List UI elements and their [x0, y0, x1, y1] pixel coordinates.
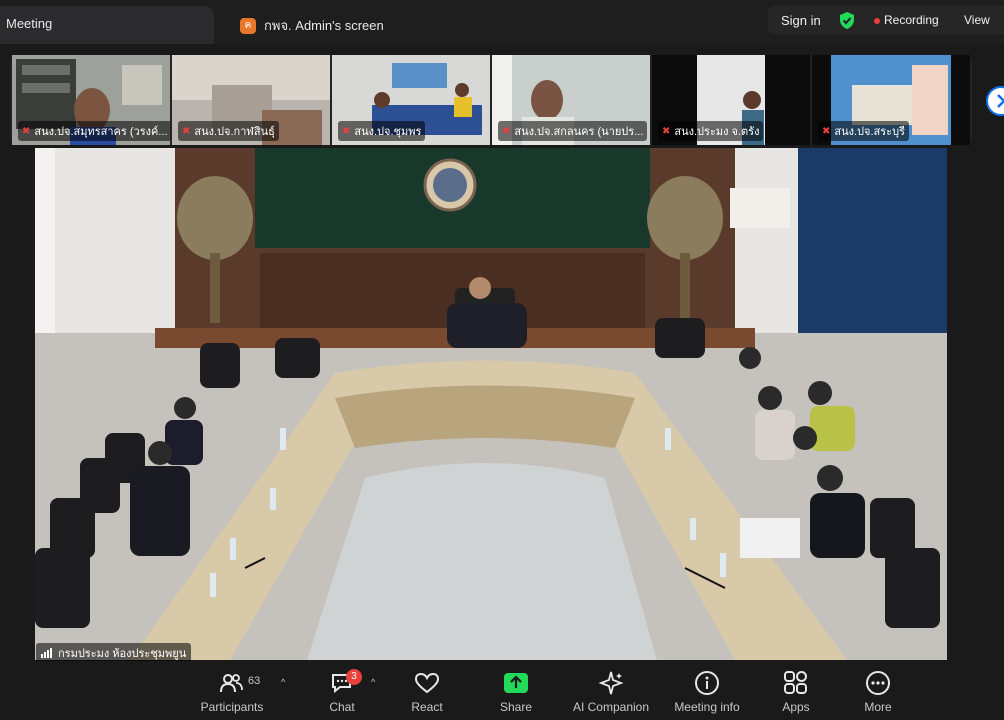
- meeting-info-button[interactable]: Meeting info: [662, 669, 752, 714]
- participant-name: ✖ สนง.ปจ.สมุทรสาคร (วรงค์...: [18, 121, 170, 141]
- sign-in-button[interactable]: Sign in: [781, 13, 821, 28]
- tab-meeting-label: Meeting: [6, 16, 53, 31]
- mic-off-icon: ✖: [502, 125, 511, 137]
- chat-unread-badge: 3: [346, 669, 362, 685]
- apps-button[interactable]: Apps: [751, 669, 841, 714]
- sparkle-icon: [598, 671, 624, 695]
- chat-label: Chat: [329, 700, 355, 714]
- share-button[interactable]: Share: [471, 669, 561, 714]
- participant-tile[interactable]: ✖ สนง.ปจ.สระบุรี: [812, 55, 970, 145]
- participants-caret-icon[interactable]: ^: [281, 677, 285, 687]
- recording-dot-icon: [874, 18, 880, 24]
- conference-room-video: [35, 148, 947, 660]
- participants-label: Participants: [200, 700, 264, 714]
- main-video[interactable]: [35, 148, 947, 660]
- participant-tile[interactable]: ✖ สนง.ปจ.สมุทรสาคร (วรงค์...: [12, 55, 170, 145]
- participants-button[interactable]: Participants: [187, 669, 277, 714]
- participant-tile[interactable]: ✖ สนง.ปจ.ชุมพร: [332, 55, 490, 145]
- more-icon: [866, 671, 890, 695]
- chevron-right-icon: [997, 94, 1004, 108]
- participant-name: ✖ สนง.ปจ.กาฬสินธุ์: [178, 121, 279, 141]
- mic-off-icon: ✖: [22, 125, 31, 137]
- more-label: More: [864, 700, 892, 714]
- participants-count: 63: [248, 675, 261, 687]
- apps-icon: [784, 671, 807, 694]
- next-page-button[interactable]: [986, 86, 1004, 116]
- participant-tile[interactable]: ✖ สนง.ปจ.กาฬสินธุ์: [172, 55, 330, 145]
- apps-label: Apps: [782, 700, 810, 714]
- tab-meeting[interactable]: Meeting: [0, 6, 214, 44]
- signal-icon: [41, 648, 52, 658]
- title-bar: Meeting ค กพจ. Admin's screen Sign in Re…: [0, 0, 1004, 44]
- react-label: React: [411, 700, 443, 714]
- participant-tile[interactable]: ✖ สนง.ประมง จ.ตรัง: [652, 55, 810, 145]
- meeting-info-label: Meeting info: [674, 700, 740, 714]
- tab-admin-screen-label: กพจ. Admin's screen: [264, 18, 384, 33]
- participant-name: ✖ สนง.ปจ.สระบุรี: [818, 121, 909, 141]
- shield-check-icon[interactable]: [838, 11, 856, 30]
- participants-icon: [220, 674, 243, 693]
- tab-admin-screen[interactable]: ค กพจ. Admin's screen: [240, 15, 384, 36]
- main-video-name: กรมประมง ห้องประชุมพยูน: [36, 643, 192, 663]
- meeting-toolbar: Participants 63 ^ Chat 3 ^ React Share A…: [0, 661, 1004, 720]
- ai-companion-label: AI Companion: [572, 700, 650, 714]
- mic-off-icon: ✖: [342, 125, 351, 137]
- participant-name: ✖ สนง.ปจ.ชุมพร: [338, 121, 426, 141]
- participant-name: ✖ สนง.ปจ.สกลนคร (นายปร...: [498, 121, 648, 141]
- recording-label[interactable]: Recording: [884, 13, 939, 27]
- react-button[interactable]: React: [382, 669, 472, 714]
- participant-tile[interactable]: ✖ สนง.ปจ.สกลนคร (นายปร...: [492, 55, 650, 145]
- chat-button[interactable]: Chat: [297, 669, 387, 714]
- info-icon: [695, 671, 719, 695]
- share-screen-icon: [504, 673, 528, 693]
- share-label: Share: [499, 700, 533, 714]
- ai-companion-button[interactable]: AI Companion: [566, 669, 656, 714]
- heart-icon: [414, 672, 440, 694]
- admin-avatar-icon: ค: [240, 17, 256, 34]
- more-button[interactable]: More: [833, 669, 923, 714]
- chat-caret-icon[interactable]: ^: [371, 677, 375, 687]
- mic-off-icon: ✖: [662, 125, 671, 137]
- view-button[interactable]: View: [964, 13, 990, 27]
- mic-off-icon: ✖: [182, 125, 191, 137]
- top-right-controls: Sign in Recording View: [768, 6, 1004, 34]
- mic-off-icon: ✖: [822, 125, 831, 137]
- participant-name: ✖ สนง.ประมง จ.ตรัง: [658, 121, 764, 141]
